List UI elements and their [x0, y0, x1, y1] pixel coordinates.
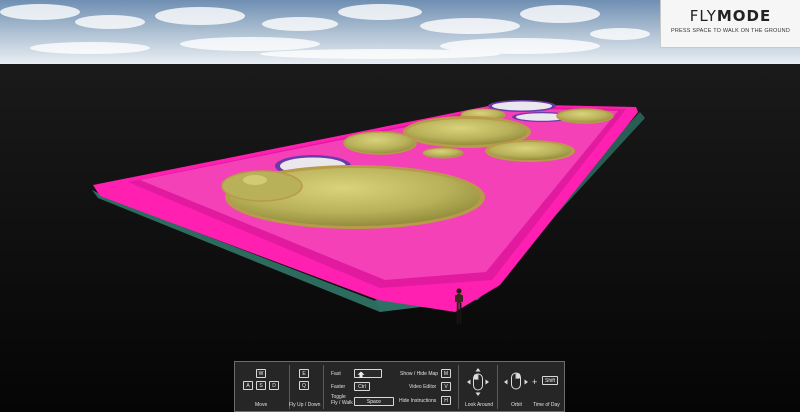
scene-viewport[interactable] — [0, 0, 800, 412]
hill-mid-left — [343, 131, 417, 155]
controls-instructions-panel: W A S D Move E Q Fly Up / Down Fast Fast… — [234, 361, 565, 412]
label-fast: Fast — [331, 371, 341, 377]
label-hide-instructions: Hide Instructions — [399, 398, 437, 404]
mode-hint: PRESS SPACE TO WALK ON THE GROUND — [670, 28, 791, 34]
label-faster: Faster — [331, 384, 346, 390]
label-toggle-fly-walk: Toggle Fly / Walk — [331, 394, 353, 406]
key-v: V — [441, 382, 451, 391]
mode-title-mode: MODE — [716, 7, 772, 25]
plus-sign: + — [532, 377, 538, 387]
divider-4 — [497, 365, 498, 409]
label-fly-up-down: Fly Up / Down — [289, 402, 321, 408]
hill-small-disc — [422, 147, 464, 159]
label-orbit: Orbit — [511, 402, 522, 408]
hill-far-right — [556, 108, 614, 124]
shift-arrow-icon — [357, 371, 365, 378]
key-a: A — [243, 381, 253, 390]
mode-title: FLYMODE — [661, 8, 800, 24]
divider-2 — [323, 365, 324, 409]
mode-title-fly: FLY — [689, 7, 717, 25]
mouse-look-icon — [467, 368, 489, 396]
label-show-hide-map: Show / Hide Map — [400, 371, 439, 377]
key-shift-fast — [354, 369, 382, 378]
label-video-editor: Video Editor — [409, 384, 437, 390]
key-w: W — [256, 369, 266, 378]
key-d: D — [269, 381, 279, 390]
label-look-around: Look Around — [465, 402, 494, 408]
label-move: Move — [255, 402, 268, 408]
key-s: S — [256, 381, 266, 390]
key-ctrl: Ctrl — [354, 382, 370, 391]
key-m: M — [441, 369, 451, 378]
key-e: E — [299, 369, 309, 378]
label-time-of-day: Time of Day — [533, 402, 560, 408]
divider-3 — [458, 365, 459, 409]
fly-mode-panel: FLYMODE PRESS SPACE TO WALK ON THE GROUN… — [660, 0, 800, 48]
mouse-orbit-icon — [504, 372, 528, 390]
key-h: H — [441, 396, 451, 405]
key-shift-time: Shift — [542, 376, 558, 385]
key-q: Q — [299, 381, 309, 390]
key-space: Space — [354, 397, 394, 406]
